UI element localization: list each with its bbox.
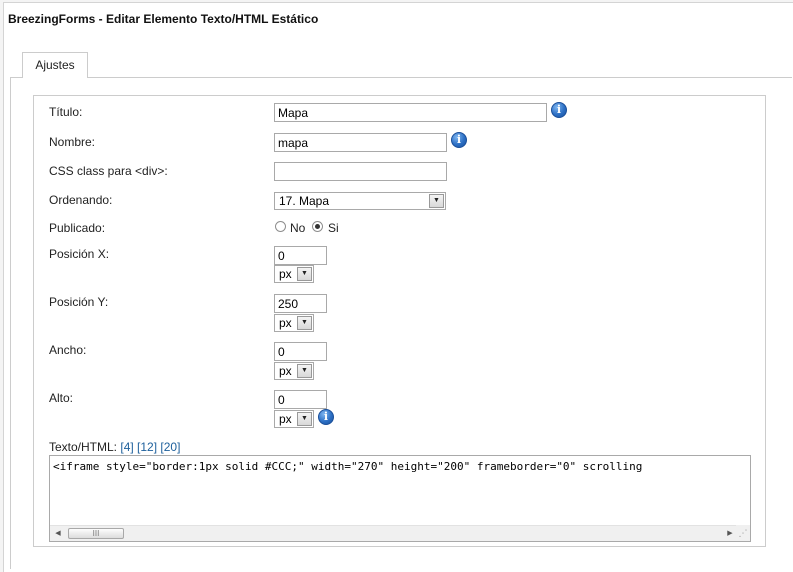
info-icon[interactable]: i <box>451 132 467 148</box>
publicado-no-radio[interactable] <box>275 221 286 232</box>
page-title: BreezingForms - Editar Elemento Texto/HT… <box>8 12 319 26</box>
posicion-y-unit: px <box>279 316 292 330</box>
ordenando-value: 17. Mapa <box>279 194 330 208</box>
chevron-down-icon[interactable]: ▼ <box>297 267 312 281</box>
alto-label: Alto: <box>49 391 74 405</box>
posicion-x-unit: px <box>279 267 292 281</box>
nombre-input[interactable] <box>274 133 447 152</box>
nombre-label: Nombre: <box>49 135 96 149</box>
info-icon[interactable]: i <box>551 102 567 118</box>
posicion-x-label: Posición X: <box>49 247 110 261</box>
publicado-si-radio[interactable] <box>312 221 323 232</box>
publicado-label: Publicado: <box>49 221 106 235</box>
texto-html-label-row: Texto/HTML: [4] [12] [20] <box>49 440 180 454</box>
chevron-down-icon[interactable]: ▼ <box>297 316 312 330</box>
scroll-thumb[interactable]: III <box>68 528 124 539</box>
titulo-input[interactable] <box>274 103 547 122</box>
horizontal-scrollbar[interactable]: ◀ III ▶ <box>50 525 738 541</box>
resize-grip-icon[interactable]: ⋰ <box>736 525 750 541</box>
info-icon[interactable]: i <box>318 409 334 425</box>
chevron-down-icon[interactable]: ▼ <box>429 194 444 208</box>
texto-html-label: Texto/HTML: <box>49 440 118 454</box>
chevron-down-icon[interactable]: ▼ <box>297 364 312 378</box>
arrow-left-icon[interactable]: ◀ <box>50 526 66 541</box>
css-class-label: CSS class para <div>: <box>49 164 168 178</box>
ordenando-label: Ordenando: <box>49 193 113 207</box>
tab-ajustes[interactable]: Ajustes <box>22 52 88 78</box>
posicion-y-input[interactable] <box>274 294 327 313</box>
posicion-y-label: Posición Y: <box>49 295 109 309</box>
ancho-unit-select[interactable]: px ▼ <box>274 362 314 380</box>
publicado-si-label: Si <box>328 221 339 235</box>
ancho-label: Ancho: <box>49 343 87 357</box>
posicion-x-unit-select[interactable]: px ▼ <box>274 265 314 283</box>
ancho-unit: px <box>279 364 292 378</box>
titulo-label: Título: <box>49 105 83 119</box>
ancho-input[interactable] <box>274 342 327 361</box>
posicion-y-unit-select[interactable]: px ▼ <box>274 314 314 332</box>
alto-unit: px <box>279 412 292 426</box>
texto-html-textarea[interactable]: <iframe style="border:1px solid #CCC;" w… <box>49 455 751 542</box>
chevron-down-icon[interactable]: ▼ <box>297 412 312 426</box>
link-20[interactable]: [20] <box>160 440 180 454</box>
link-12[interactable]: [12] <box>137 440 157 454</box>
publicado-no-label: No <box>290 221 306 235</box>
texto-html-content[interactable]: <iframe style="border:1px solid #CCC;" w… <box>53 460 642 473</box>
css-class-input[interactable] <box>274 162 447 181</box>
alto-input[interactable] <box>274 390 327 409</box>
posicion-x-input[interactable] <box>274 246 327 265</box>
ordenando-select[interactable]: 17. Mapa ▼ <box>274 192 446 210</box>
alto-unit-select[interactable]: px ▼ <box>274 410 314 428</box>
link-4[interactable]: [4] <box>120 440 133 454</box>
